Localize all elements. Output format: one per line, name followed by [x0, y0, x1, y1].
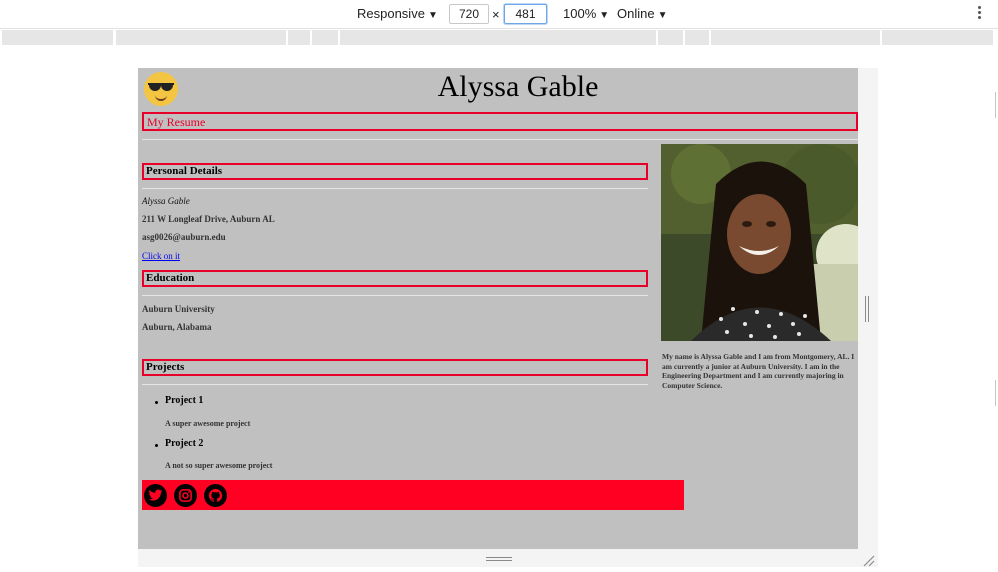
media-query-segment[interactable]	[2, 30, 113, 45]
page-title: Alyssa Gable	[437, 70, 599, 103]
education-location: Auburn, Alabama	[142, 322, 212, 332]
network-throttle-select[interactable]: Online ▼	[617, 6, 667, 21]
personal-address: 211 W Longleaf Drive, Auburn AL	[142, 214, 275, 224]
github-icon[interactable]	[204, 484, 227, 507]
zoom-caret-icon: ▼	[599, 10, 610, 21]
device-select[interactable]: Responsive ▼	[357, 6, 438, 21]
network-select-label: Online	[617, 6, 655, 21]
project-title: Project 2	[165, 438, 204, 449]
list-bullet	[155, 401, 158, 404]
media-query-segment[interactable]	[340, 30, 656, 45]
divider	[142, 384, 648, 385]
dimension-separator: ×	[492, 7, 500, 22]
project-description: A super awesome project	[165, 419, 251, 428]
click-on-it-link[interactable]: Click on it	[142, 251, 180, 261]
divider	[142, 295, 648, 296]
media-query-segment[interactable]	[312, 30, 338, 45]
education-heading: Education	[146, 272, 195, 284]
projects-heading-box: Projects	[142, 359, 648, 376]
zoom-select-label: 100%	[563, 6, 597, 21]
media-query-segment[interactable]	[882, 30, 993, 45]
device-caret-icon: ▼	[427, 10, 438, 21]
twitter-icon[interactable]	[144, 484, 167, 507]
viewport-resize-corner-icon[interactable]	[861, 553, 875, 567]
network-caret-icon: ▼	[657, 10, 668, 21]
profile-photo	[661, 144, 858, 341]
media-query-segment[interactable]	[711, 30, 880, 45]
instagram-icon[interactable]	[174, 484, 197, 507]
media-query-segment[interactable]	[658, 30, 683, 45]
height-input[interactable]: 481	[504, 4, 547, 24]
personal-email: asg0026@auburn.edu	[142, 232, 226, 242]
media-query-bar	[2, 30, 993, 45]
education-heading-box: Education	[142, 270, 648, 287]
education-school: Auburn University	[142, 304, 215, 314]
media-query-segment[interactable]	[685, 30, 709, 45]
my-resume-banner: My Resume	[142, 112, 858, 131]
media-query-segment[interactable]	[288, 30, 310, 45]
viewport-resize-handle-bottom[interactable]	[486, 557, 512, 563]
width-input[interactable]: 720	[449, 4, 489, 24]
divider	[142, 188, 648, 189]
media-query-segment[interactable]	[116, 30, 286, 45]
zoom-select[interactable]: 100% ▼	[563, 6, 609, 21]
devtools-device-toolbar: Responsive ▼ 720 × 481 100% ▼ Online ▼	[0, 0, 998, 29]
project-title: Project 1	[165, 395, 204, 406]
projects-heading: Projects	[146, 361, 185, 373]
device-select-label: Responsive	[357, 6, 425, 21]
social-footer	[142, 480, 684, 510]
divider	[142, 139, 858, 140]
personal-details-heading: Personal Details	[146, 165, 223, 177]
more-options-icon[interactable]	[978, 6, 982, 21]
project-description: A not so super awesome project	[165, 461, 273, 470]
my-resume-label: My Resume	[147, 115, 206, 129]
bio-text: My name is Alyssa Gable and I am from Mo…	[662, 352, 855, 390]
viewport-resize-handle-right[interactable]	[865, 296, 870, 322]
personal-name: Alyssa Gable	[142, 196, 190, 206]
list-bullet	[155, 444, 158, 447]
emulated-viewport: Alyssa Gable My Resume Personal Details …	[138, 68, 858, 549]
personal-details-heading-box: Personal Details	[142, 163, 648, 180]
